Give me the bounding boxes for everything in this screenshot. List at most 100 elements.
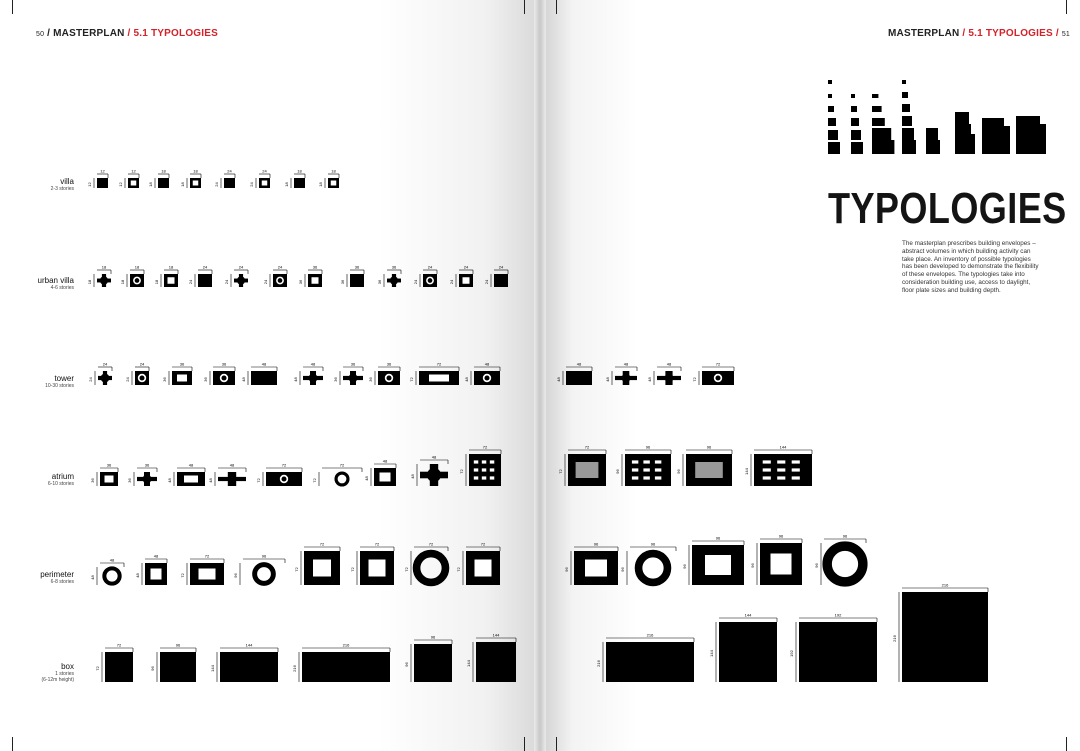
villa-typology-glyph: 12 12 bbox=[87, 169, 109, 188]
dimension-label: 18 bbox=[180, 182, 185, 187]
urban-villa-typology-glyph: 1818 bbox=[154, 265, 179, 287]
dimension-label: 36 bbox=[222, 362, 227, 367]
dimension-label: 48 bbox=[364, 476, 369, 481]
dimension-label: 24 bbox=[484, 279, 489, 284]
dimension-label: 72 bbox=[350, 567, 355, 572]
body-text: The masterplan prescribes building envel… bbox=[902, 240, 1039, 294]
legend-square bbox=[926, 140, 940, 154]
dimension-label: 48 bbox=[410, 474, 415, 479]
dimension-label: 216 bbox=[892, 634, 897, 641]
dimension-label: 36 bbox=[351, 362, 356, 367]
dimension-label: 36 bbox=[298, 279, 303, 284]
dimension-label: 96 bbox=[843, 534, 848, 539]
dimension-label: 24 bbox=[262, 169, 267, 174]
urban-villa-typology-glyph: 1818 bbox=[87, 265, 112, 287]
dimension-label: 48 bbox=[647, 377, 652, 382]
dimension-label: 24 bbox=[224, 279, 229, 284]
dimension-label: 144 bbox=[466, 659, 471, 666]
legend-square bbox=[851, 142, 863, 154]
dimension-label: 12 bbox=[100, 169, 105, 174]
dimension-label: 48 bbox=[485, 362, 490, 367]
atrium-typology-glyph: 48 48 bbox=[167, 463, 206, 486]
urban-villa-typology-glyph: 24 24 bbox=[484, 265, 509, 287]
dimension-label: 72 bbox=[409, 377, 414, 382]
dimension-label: 96 bbox=[779, 534, 784, 539]
legend-square bbox=[828, 106, 834, 112]
dimension-label: 36 bbox=[107, 463, 112, 468]
dimension-label: 216 bbox=[942, 583, 949, 588]
dimension-label: 24 bbox=[239, 265, 244, 270]
dimension-label: 96 bbox=[750, 563, 755, 568]
box-typology-glyph: 144 144 bbox=[466, 633, 517, 682]
urban-villa-typology-glyph: 24 24 bbox=[449, 265, 474, 287]
dimension-label: 24 bbox=[103, 362, 108, 367]
dimension-label: 24 bbox=[449, 279, 454, 284]
dimension-label: 48 bbox=[605, 377, 610, 382]
urban-villa-typology-glyph: 24 24 bbox=[224, 265, 249, 287]
legend-square bbox=[851, 130, 861, 140]
legend-square bbox=[872, 94, 879, 98]
legend-square bbox=[851, 94, 855, 98]
dimension-label: 36 bbox=[355, 265, 360, 270]
tower-typology-glyph: 72 72 bbox=[692, 362, 735, 385]
dimension-label: 24 bbox=[140, 362, 145, 367]
perimeter-typology-glyph: 96 96 bbox=[620, 542, 677, 587]
dimension-label: 192 bbox=[835, 613, 842, 618]
dimension-label: 96 bbox=[676, 469, 681, 474]
urban-villa-typology-glyph: 24 24 bbox=[188, 265, 213, 287]
dimension-label: 48 bbox=[208, 478, 213, 483]
dimension-label: 36 bbox=[333, 377, 338, 382]
box-typology-glyph: 96 96 bbox=[404, 635, 453, 682]
perimeter-typology-glyph: 72 72 bbox=[294, 542, 341, 585]
dimension-label: 144 bbox=[780, 445, 787, 450]
dimension-label: 48 bbox=[383, 459, 388, 464]
tower-typology-glyph: 36 36 bbox=[162, 362, 193, 385]
dimension-label: 72 bbox=[404, 567, 409, 572]
dimension-label: 36 bbox=[392, 265, 397, 270]
dimension-label: 96 bbox=[233, 573, 238, 578]
perimeter-typology-glyph: 96 96 bbox=[233, 554, 286, 586]
dimension-label: 72 bbox=[692, 377, 697, 382]
legend-square bbox=[902, 80, 906, 84]
dimension-label: 18 bbox=[193, 169, 198, 174]
dimension-label: 36 bbox=[340, 279, 345, 284]
dimension-label: 36 bbox=[377, 279, 382, 284]
perimeter-typology-glyph: 72 72 bbox=[180, 554, 225, 585]
atrium-typology-glyph: 72 72 bbox=[312, 463, 363, 487]
dimension-label: 72 bbox=[716, 362, 721, 367]
tower-typology-glyph: 48 48 bbox=[293, 362, 324, 385]
perimeter-typology-glyph: 96 96 bbox=[750, 534, 803, 585]
dimension-label: 96 bbox=[716, 536, 721, 541]
atrium-typology-glyph: 48 48 bbox=[410, 455, 449, 486]
dimension-label: 18 bbox=[169, 265, 174, 270]
dimension-label: 18 bbox=[87, 279, 92, 284]
dimension-label: 18 bbox=[154, 279, 159, 284]
dimension-label: 36 bbox=[203, 377, 208, 382]
atrium-typology-glyph: 72 72 bbox=[256, 463, 303, 486]
dimension-label: 48 bbox=[90, 575, 95, 580]
atrium-typology-glyph: 48 48 bbox=[364, 459, 397, 486]
legend-square bbox=[902, 128, 914, 140]
legend-square bbox=[828, 118, 836, 126]
atrium-typology-glyph: 96 96 bbox=[676, 445, 733, 486]
dimension-label: 24 bbox=[428, 265, 433, 270]
dimension-label: 48 bbox=[135, 573, 140, 578]
dimension-label: 48 bbox=[230, 463, 235, 468]
legend-square bbox=[872, 140, 895, 154]
perimeter-typology-glyph: 96 96 bbox=[682, 536, 745, 585]
tower-typology-glyph: 36 36 bbox=[333, 362, 364, 385]
dimension-label: 144 bbox=[745, 613, 752, 618]
dimension-label: 18 bbox=[120, 279, 125, 284]
dimension-label: 18 bbox=[102, 265, 107, 270]
dimension-label: 24 bbox=[214, 182, 219, 187]
atrium-typology-glyph: 36 36 bbox=[90, 463, 119, 486]
dimension-label: 96 bbox=[176, 643, 181, 648]
dimension-label: 18 bbox=[284, 182, 289, 187]
dimension-label: 96 bbox=[615, 469, 620, 474]
perimeter-typology-glyph: 48 48 bbox=[90, 558, 125, 586]
dimension-label: 24 bbox=[125, 377, 130, 382]
dimension-label: 24 bbox=[188, 279, 193, 284]
villa-typology-glyph: 1818 bbox=[180, 169, 202, 188]
dimension-label: 24 bbox=[88, 377, 93, 382]
villa-typology-glyph: 24 24 bbox=[214, 169, 236, 188]
